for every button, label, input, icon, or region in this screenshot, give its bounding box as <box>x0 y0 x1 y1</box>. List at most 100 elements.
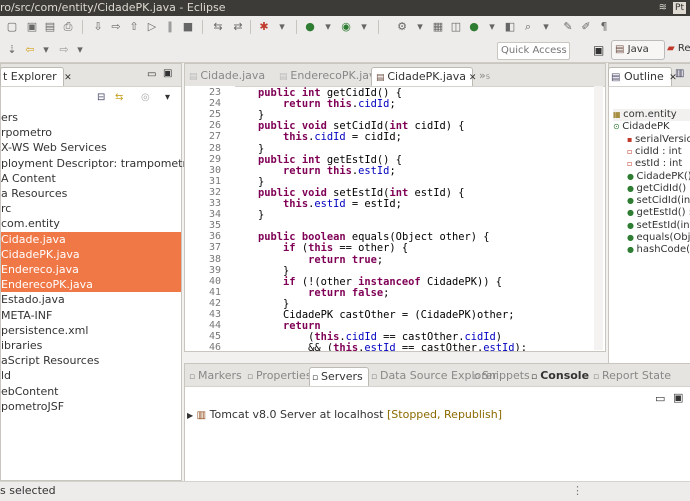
bottom-tab[interactable]: ▫ Properties <box>245 367 312 385</box>
forward-dropdown-icon[interactable]: ▾ <box>74 44 86 56</box>
outline-item[interactable]: ● getEstId() : <box>627 207 690 219</box>
new-package-icon[interactable]: ◫ <box>450 21 462 33</box>
tree-item[interactable]: rc <box>1 201 181 216</box>
maximize-icon[interactable]: ▣ <box>163 68 172 79</box>
tree-item[interactable]: Estado.java <box>1 292 181 307</box>
toggle-mark-icon[interactable]: ✎ <box>562 21 574 33</box>
tree-item[interactable]: com.entity <box>1 216 181 231</box>
external-tools-icon[interactable]: ⚙ <box>396 21 408 33</box>
perspective-java-ee[interactable]: ▤ Java EE <box>611 40 665 73</box>
tree-item[interactable]: EnderecoPK.java <box>1 277 181 293</box>
link-editor-icon[interactable]: ⇆ <box>115 92 123 103</box>
new-class-icon[interactable]: ● <box>468 21 480 33</box>
outline-item[interactable]: ● setEstId(int <box>627 220 690 232</box>
tab-project-explorer[interactable]: t Explorer ✕ <box>0 67 72 86</box>
debug-icon[interactable]: ✱ <box>258 21 270 33</box>
tree-item[interactable]: ebContent <box>1 384 181 399</box>
save-all-icon[interactable]: ▤ <box>44 21 56 33</box>
outline-item[interactable]: ● hashCode() <box>627 244 690 256</box>
server-row[interactable]: ▶ ▥ Tomcat v8.0 Server at localhost [Sto… <box>187 408 502 421</box>
outline-item[interactable]: ▫ estId : int <box>627 158 682 170</box>
step-over-icon[interactable]: ⇨ <box>110 21 122 33</box>
tree-item[interactable]: CidadePK.java <box>1 246 181 262</box>
focus-icon[interactable]: ◎ <box>141 92 150 103</box>
suspend-icon[interactable]: ∥ <box>164 21 176 33</box>
outline-item[interactable]: ▦ com.entity <box>613 109 690 121</box>
expand-icon[interactable]: ▶ <box>187 411 193 420</box>
tree-item[interactable]: Cidade.java <box>1 231 181 247</box>
disconnect-icon[interactable]: ⇄ <box>232 21 244 33</box>
new-java-project-icon[interactable]: ▦ <box>432 21 444 33</box>
close-icon[interactable]: ✕ <box>64 73 72 83</box>
new-class-dropdown-icon[interactable]: ▾ <box>486 21 498 33</box>
wifi-icon[interactable]: ≋ <box>659 0 667 16</box>
view-menu-icon[interactable]: ▾ <box>165 92 170 103</box>
tree-item[interactable]: aScript Resources <box>1 353 181 368</box>
terminate-icon[interactable]: ■ <box>182 21 194 33</box>
bottom-tab[interactable]: ▫ Report State <box>591 367 671 385</box>
search-icon[interactable]: ⌕ <box>522 21 534 33</box>
print-icon[interactable]: ⎙ <box>62 21 74 33</box>
editor-tab[interactable]: ▤ EnderecoPK.java <box>275 67 382 85</box>
tree-item[interactable]: ers <box>1 110 181 125</box>
outline-item[interactable]: ▪ serialVersio <box>627 134 690 146</box>
outline-item[interactable]: ● getCidId() : <box>627 183 690 195</box>
tree-item[interactable]: rpometro <box>1 125 181 140</box>
next-annotation-icon[interactable]: ⇣ <box>6 44 18 56</box>
tree-item[interactable]: ployment Descriptor: trampometro <box>1 156 194 171</box>
editor-tab[interactable]: ▤ Cidade.java <box>185 67 271 85</box>
tree-item[interactable]: X-WS Web Services <box>1 140 181 155</box>
tree-item[interactable]: META-INF <box>1 308 181 323</box>
outline-item[interactable]: ● CidadePK() <box>627 171 690 183</box>
open-perspective-icon[interactable]: ▣ <box>593 43 604 57</box>
run-dropdown-icon[interactable]: ▾ <box>276 21 288 33</box>
forward-icon[interactable]: ⇨ <box>58 44 70 56</box>
code-line[interactable]: && (this.estId == castOther.estId); <box>233 342 527 351</box>
coverage-icon[interactable]: ◉ <box>340 21 352 33</box>
back-dropdown-icon[interactable]: ▾ <box>40 44 52 56</box>
resume-icon[interactable]: ▷ <box>146 21 158 33</box>
tree-item[interactable]: persistence.xml <box>1 323 181 338</box>
editor-tab[interactable]: ▤ CidadePK.java ✕ <box>371 67 476 86</box>
bottom-tab[interactable]: ▫ Console <box>529 367 589 385</box>
run-dropdown-icon-2[interactable]: ▾ <box>322 21 334 33</box>
quick-access-input[interactable] <box>498 43 570 58</box>
tree-item[interactable]: Endereco.java <box>1 262 181 277</box>
outline-item[interactable]: ● equals(Obje <box>627 232 690 244</box>
pin-icon[interactable]: ¶ <box>598 21 610 33</box>
open-type-icon[interactable]: ◧ <box>504 21 516 33</box>
keyboard-indicator[interactable]: Pt <box>673 2 686 14</box>
outline-item[interactable]: ⊙ CidadePK <box>613 121 670 133</box>
external-tools-dropdown-icon[interactable]: ▾ <box>414 21 426 33</box>
bottom-tab[interactable]: ▫ Servers <box>309 367 369 386</box>
collapse-all-icon[interactable]: ⊟ <box>97 92 105 103</box>
previous-edit-icon[interactable]: ⇦ <box>24 44 36 56</box>
bottom-tab[interactable]: ▫ Snippets <box>471 367 530 385</box>
minimize-icon[interactable]: ▭ <box>655 392 665 405</box>
task-list-icon[interactable]: ▥ <box>675 68 684 79</box>
step-into-icon[interactable]: ⇩ <box>92 21 104 33</box>
maximize-icon[interactable]: ▣ <box>673 391 683 404</box>
save-icon[interactable]: ▣ <box>26 21 38 33</box>
tree-item[interactable]: a Resources <box>1 186 181 201</box>
editor-tab[interactable]: »₅ <box>475 67 499 85</box>
annotation-icon[interactable]: ✐ <box>580 21 592 33</box>
new-icon[interactable]: ▢ <box>6 21 18 33</box>
bottom-tab[interactable]: ▫ Markers <box>187 367 243 385</box>
tree-item[interactable]: ibraries <box>1 338 181 353</box>
outline-item[interactable]: ● setCidId(in <box>627 195 690 207</box>
step-return-icon[interactable]: ⇧ <box>128 21 140 33</box>
coverage-dropdown-icon[interactable]: ▾ <box>358 21 370 33</box>
run-icon[interactable]: ● <box>304 21 316 33</box>
code-area[interactable]: public int getCidId() { return this.cidI… <box>185 86 595 351</box>
tree-item[interactable]: pometroJSF <box>1 399 181 414</box>
quick-access-field[interactable] <box>497 42 570 60</box>
code-line[interactable]: } <box>233 209 264 221</box>
editor-scrollbar[interactable] <box>594 86 603 350</box>
connect-icon[interactable]: ⇆ <box>212 21 224 33</box>
tree-item[interactable]: ld <box>1 368 181 383</box>
tree-item[interactable]: A Content <box>1 171 181 186</box>
perspective-other[interactable]: ▰ Re <box>667 40 690 58</box>
search-dropdown-icon[interactable]: ▾ <box>540 21 552 33</box>
bottom-tab[interactable]: ▫ Data Source Explorer <box>369 367 497 385</box>
